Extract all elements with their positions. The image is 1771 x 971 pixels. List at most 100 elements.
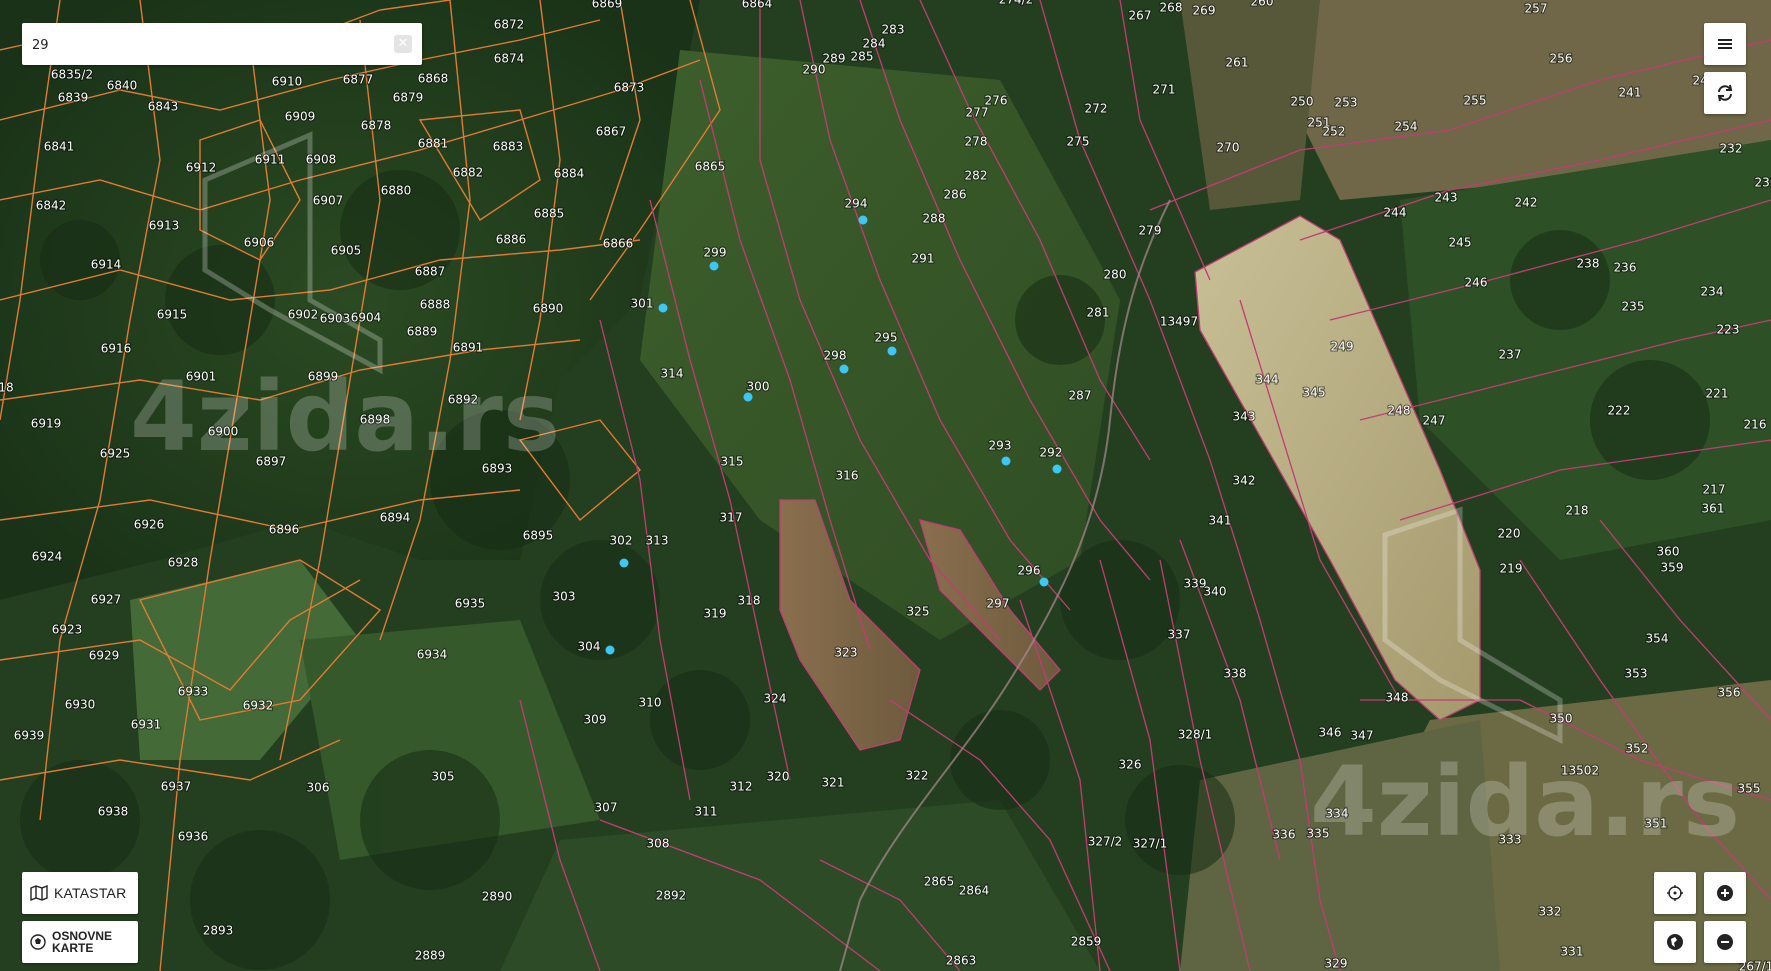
- parcel-label: 6843: [148, 100, 179, 114]
- parcel-label: 2893: [203, 924, 234, 938]
- listing-marker[interactable]: [1001, 456, 1011, 466]
- parcel-label: 6912: [186, 161, 217, 175]
- parcel-label: 271: [1153, 83, 1176, 97]
- parcel-label: 279: [1139, 224, 1162, 238]
- parcel-label: 250: [1291, 95, 1314, 109]
- parcel-label: 6939: [14, 729, 45, 743]
- listing-marker[interactable]: [658, 303, 668, 313]
- parcel-label: 234: [1701, 285, 1724, 299]
- parcel-label: 6930: [65, 698, 96, 712]
- parcel-label: 306: [307, 781, 330, 795]
- search-input[interactable]: [30, 23, 374, 67]
- parcel-label: 6899: [308, 370, 339, 384]
- parcel-label: 6883: [493, 140, 524, 154]
- parcel-label: 320: [767, 770, 790, 784]
- crosshair-icon: [1667, 885, 1683, 901]
- parcel-label: 6908: [306, 153, 337, 167]
- parcel-label: 267: [1129, 9, 1152, 23]
- parcel-label: 289: [823, 52, 846, 66]
- parcel-label: 275: [1067, 135, 1090, 149]
- parcel-label: 6910: [272, 75, 303, 89]
- parcel-label: 336: [1273, 828, 1296, 842]
- satellite-map[interactable]: 4zida.rs 4zida.rs 68696864274/2267268269…: [0, 0, 1771, 971]
- parcel-label: 291: [912, 252, 935, 266]
- listing-marker[interactable]: [709, 261, 719, 271]
- parcel-label: 302: [610, 534, 633, 548]
- listing-marker[interactable]: [887, 346, 897, 356]
- listing-marker[interactable]: [605, 645, 615, 655]
- parcel-label: 329: [1325, 957, 1348, 971]
- parcel-label: 268: [1160, 1, 1183, 15]
- parcel-label: 237: [1499, 348, 1522, 362]
- refresh-button[interactable]: [1704, 72, 1746, 114]
- parcel-label: 261: [1226, 56, 1249, 70]
- parcel-label: 6936: [178, 830, 209, 844]
- parcel-label: 294: [845, 197, 868, 211]
- parcel-label: 6916: [101, 342, 132, 356]
- parcel-label: 243: [1435, 191, 1458, 205]
- parcel-label: 6925: [100, 447, 131, 461]
- menu-button[interactable]: [1704, 23, 1746, 65]
- zoom-out-button[interactable]: [1704, 921, 1746, 963]
- parcel-label: 274/2: [999, 0, 1034, 7]
- parcel-label: 6873: [614, 81, 645, 95]
- katastar-button[interactable]: KATASTAR: [22, 872, 138, 914]
- parcel-label: 245: [1449, 236, 1472, 250]
- parcel-label: 2859: [1071, 935, 1102, 949]
- listing-marker[interactable]: [839, 364, 849, 374]
- parcel-label: 343: [1233, 410, 1256, 424]
- parcel-label: 6898: [360, 413, 391, 427]
- parcel-label: 335: [1307, 827, 1330, 841]
- parcel-label: 6886: [496, 233, 527, 247]
- parcel-label: 287: [1069, 389, 1092, 403]
- locate-button[interactable]: [1654, 872, 1696, 914]
- parcel-label: 6868: [418, 72, 449, 86]
- parcel-label: 6840: [107, 79, 138, 93]
- osnovne-karte-button[interactable]: OSNOVNE KARTE: [22, 921, 138, 963]
- listing-marker[interactable]: [1039, 577, 1049, 587]
- parcel-label: 334: [1326, 807, 1349, 821]
- parcel-label: 6933: [178, 685, 209, 699]
- parcel-label: 247: [1423, 414, 1446, 428]
- parcel-label: 6881: [418, 137, 449, 151]
- parcel-label: 280: [1104, 268, 1127, 282]
- parcel-label: 308: [647, 837, 670, 851]
- parcel-label: 6835/2: [51, 68, 93, 82]
- parcel-label: 325: [907, 605, 930, 619]
- plus-icon: [1717, 885, 1733, 901]
- globe-icon: [1667, 934, 1683, 950]
- parcel-label: 6906: [244, 236, 275, 250]
- parcel-label: 338: [1224, 667, 1247, 681]
- parcel-label: 6867: [596, 125, 627, 139]
- parcel-label: 311: [695, 805, 718, 819]
- parcel-label: 6904: [351, 311, 382, 325]
- minus-icon: [1717, 934, 1733, 950]
- parcel-label: 297: [987, 597, 1010, 611]
- parcel-label: 345: [1303, 386, 1326, 400]
- parcel-label: 316: [836, 469, 859, 483]
- parcel-label: 6929: [89, 649, 120, 663]
- parcel-label: 6841: [44, 140, 75, 154]
- listing-marker[interactable]: [743, 392, 753, 402]
- zoom-in-button[interactable]: [1704, 872, 1746, 914]
- parcel-label: 242: [1515, 196, 1538, 210]
- parcel-label: 2864: [959, 884, 990, 898]
- globe-button[interactable]: [1654, 921, 1696, 963]
- parcel-label: 332: [1539, 905, 1562, 919]
- parcel-label: 2863: [946, 954, 977, 968]
- parcel-label: 305: [432, 770, 455, 784]
- parcel-label: 288: [923, 212, 946, 226]
- globe-soccer-icon: [30, 934, 46, 950]
- parcel-label: 283: [882, 23, 905, 37]
- parcel-label: 6937: [161, 780, 192, 794]
- parcel-label: 326: [1119, 758, 1142, 772]
- parcel-label: 6864: [742, 0, 773, 11]
- parcel-label: 282: [965, 169, 988, 183]
- parcel-label: 293: [989, 439, 1012, 453]
- parcel-label: 353: [1625, 667, 1648, 681]
- listing-marker[interactable]: [619, 558, 629, 568]
- listing-marker[interactable]: [1052, 464, 1062, 474]
- listing-marker[interactable]: [858, 215, 868, 225]
- close-icon[interactable]: ✕: [394, 35, 412, 53]
- parcel-label: 301: [631, 297, 654, 311]
